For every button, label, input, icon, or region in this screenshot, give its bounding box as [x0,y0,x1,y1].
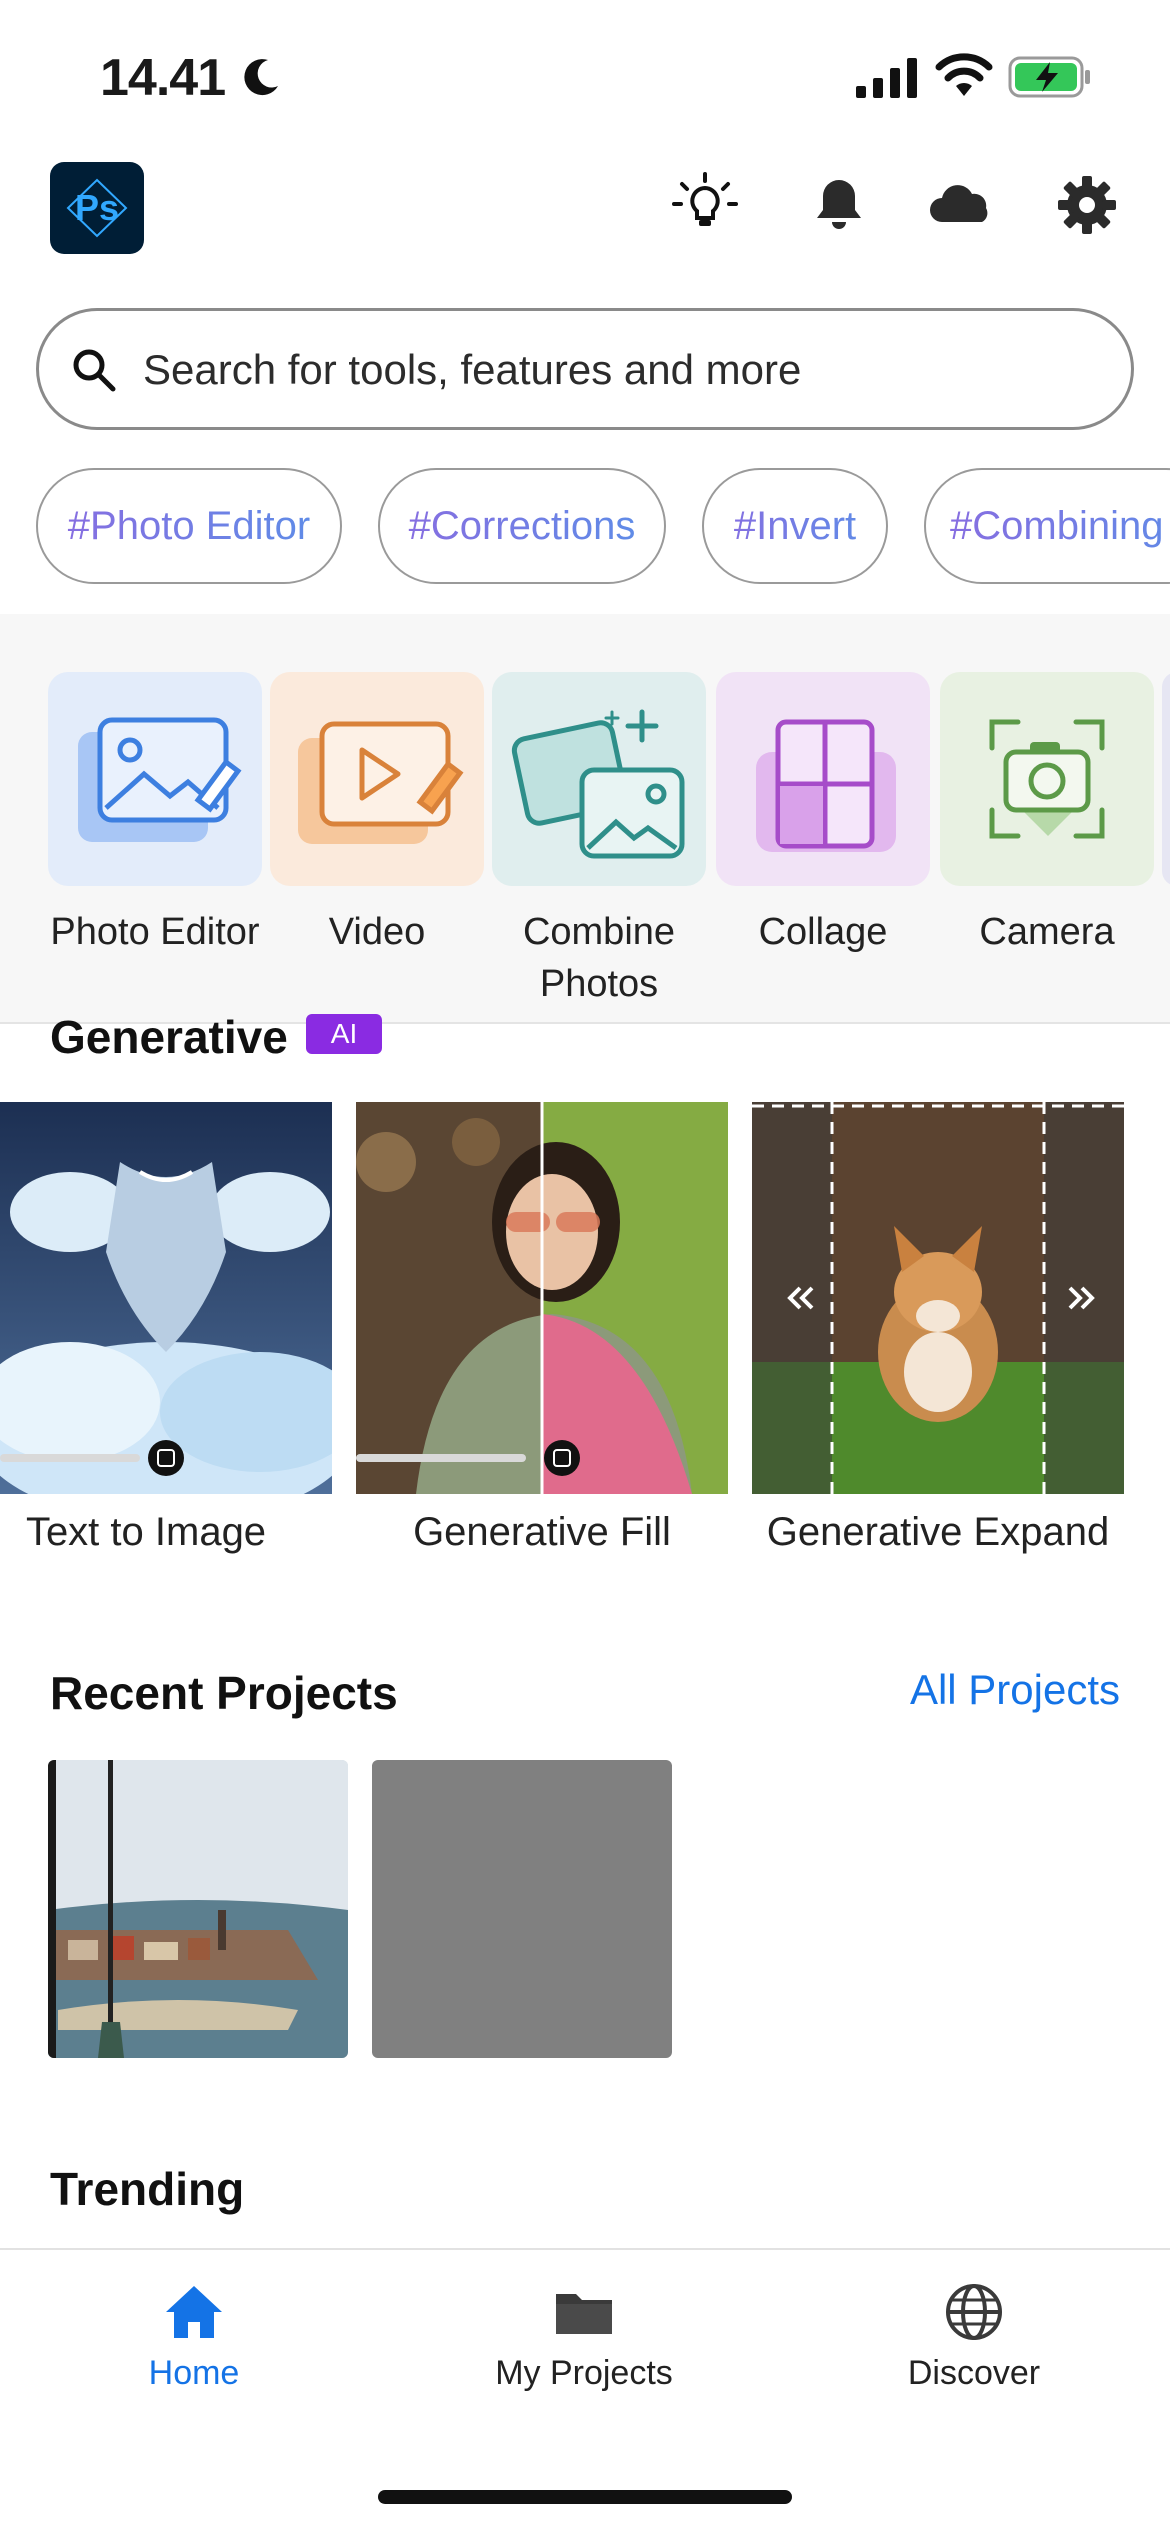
home-indicator [378,2490,792,2504]
city-photo-thumbnail [48,1760,348,2058]
gen-label-generative-fill: Generative Fill [413,1510,671,1554]
photo-editor-icon [78,717,242,842]
trending-title: Trending [50,2163,245,2215]
all-projects-link[interactable]: All Projects [910,1666,1120,1714]
hashtag-chips: #Photo Editor #Corrections #Invert #Comb… [0,468,1170,586]
cloud-icon[interactable] [924,170,994,240]
gen-label-text-to-image: Text to Image [25,1510,267,1554]
video-icon [298,721,464,844]
photoshop-logo[interactable]: Ps [50,162,144,254]
tool-label: Combine Photos [522,911,676,1005]
tool-collage[interactable]: Collage [716,672,930,958]
chip-corrections[interactable]: #Corrections [378,468,666,584]
combine-photos-icon [511,709,685,859]
generative-expand-card[interactable] [752,1102,1124,1494]
camera-icon [989,719,1105,839]
wifi-icon [935,53,993,96]
cellular-signal-icon [856,58,917,98]
tool-label: Camera [979,911,1115,953]
tool-video[interactable]: Video [270,672,484,958]
recent-projects-title: Recent Projects [50,1667,398,1719]
quick-tools-panel: Photo Editor Video Combine Photos Collag… [0,614,1170,1024]
tool-photo-editor[interactable]: Photo Editor [48,672,262,958]
nav-label-home: Home [148,2354,240,2392]
moon-icon [244,59,278,96]
text-to-image-card[interactable] [0,1102,332,1494]
notification-bell-icon[interactable] [804,170,874,240]
nav-discover[interactable]: Discover [844,2280,1104,2393]
collage-icon [756,719,896,852]
text-to-image-preview [0,1102,332,1494]
tool-label: Collage [758,911,888,953]
ai-badge: AI [306,1014,382,1054]
battery-charging-icon [1008,56,1090,98]
search-bar[interactable] [36,308,1134,430]
chip-invert[interactable]: #Invert [702,468,888,584]
collage-tile [716,672,930,886]
lightbulb-icon[interactable] [670,170,740,240]
chip-combining[interactable]: #Combining [924,468,1170,584]
photo-editor-tile [48,672,262,886]
tool-combine-photos[interactable]: Combine Photos [492,672,706,1010]
folder-icon [556,2294,612,2334]
generative-title: Generative [50,1011,288,1063]
status-bar: 14.41 [0,0,1170,150]
logo-text: Ps [74,187,120,228]
tool-camera[interactable]: Camera [940,672,1154,958]
tool-next-peek [1162,672,1170,886]
project-thumbnail-city[interactable] [48,1760,348,2058]
chip-photo-editor[interactable]: #Photo Editor [36,468,342,584]
generative-fill-card[interactable] [356,1102,728,1494]
project-thumbnail-placeholder[interactable] [372,1760,672,2058]
generative-expand-preview [752,1102,1124,1494]
tool-label: Photo Editor [50,911,260,953]
globe-icon [946,2284,1002,2340]
generative-fill-preview [356,1102,728,1494]
nav-home[interactable]: Home [64,2280,324,2393]
video-tile [270,672,484,886]
nav-label-my-projects: My Projects [495,2354,673,2392]
home-icon [166,2286,222,2338]
search-input[interactable] [143,335,1103,405]
nav-label-discover: Discover [907,2354,1041,2392]
nav-my-projects[interactable]: My Projects [454,2280,714,2393]
settings-gear-icon[interactable] [1052,170,1122,240]
tool-label: Video [328,911,426,953]
gen-label-generative-expand: Generative Expand [766,1510,1110,1554]
camera-tile [940,672,1154,886]
status-time: 14.41 [100,49,226,107]
search-icon [73,349,116,392]
combine-photos-tile [492,672,706,886]
